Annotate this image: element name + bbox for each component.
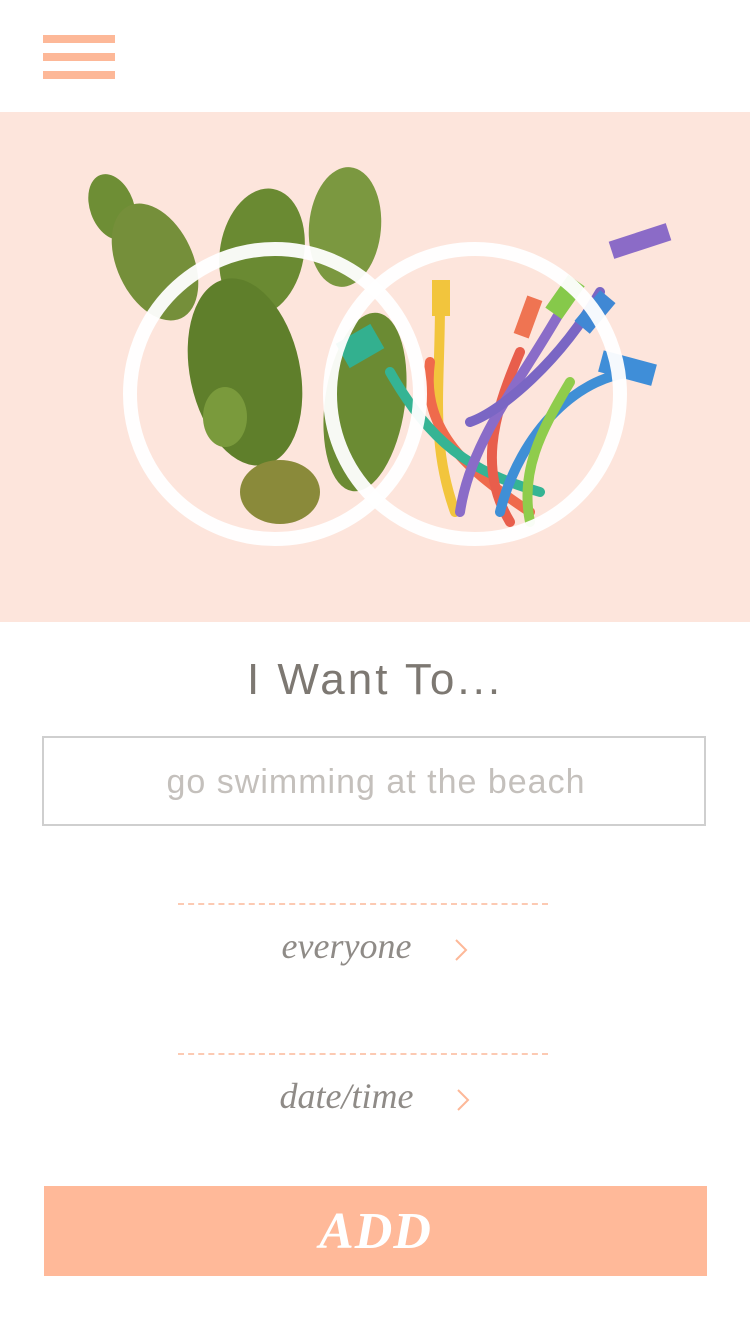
chevron-right-icon <box>456 1079 470 1121</box>
divider-1 <box>178 903 548 905</box>
hero-banner <box>0 112 750 622</box>
activity-input-box[interactable] <box>42 736 708 826</box>
top-bar <box>0 0 750 112</box>
datetime-label: date/time <box>279 1076 414 1116</box>
audience-label: everyone <box>281 926 412 966</box>
audience-selector[interactable]: everyone <box>0 925 750 971</box>
datetime-selector[interactable]: date/time <box>0 1075 750 1121</box>
chevron-right-icon <box>454 929 468 971</box>
hero-illustration <box>88 167 672 546</box>
divider-2 <box>178 1053 548 1055</box>
hamburger-menu-icon[interactable] <box>43 35 115 79</box>
page-heading: I Want To... <box>246 655 504 704</box>
activity-input[interactable] <box>44 738 708 826</box>
add-button[interactable]: ADD <box>44 1186 707 1276</box>
